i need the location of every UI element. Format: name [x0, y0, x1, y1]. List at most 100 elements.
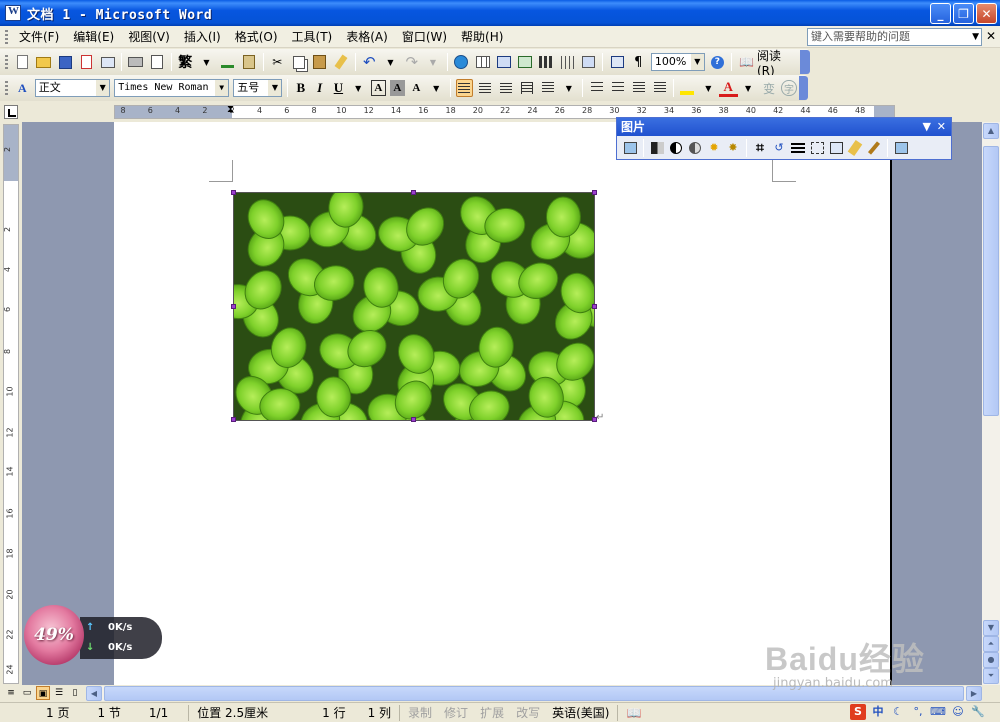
menu-file[interactable]: 文件(F): [12, 27, 66, 47]
crop-icon[interactable]: ⌗: [751, 139, 769, 157]
picture-toolbar-close-icon[interactable]: ✕: [937, 118, 946, 136]
character-shading-button[interactable]: A: [389, 80, 405, 96]
status-language[interactable]: 英语(美国): [546, 704, 615, 721]
columns-icon[interactable]: [538, 53, 555, 71]
undo-icon[interactable]: ↶: [361, 53, 378, 71]
read-mode-button[interactable]: 📖 阅读(R): [735, 47, 800, 78]
traditional-chinese-icon[interactable]: 繁: [177, 53, 194, 71]
menu-table[interactable]: 表格(A): [339, 27, 395, 47]
save-icon[interactable]: [56, 53, 73, 71]
tab-selector[interactable]: [4, 105, 18, 119]
character-border-button[interactable]: A: [370, 80, 386, 96]
set-transparent-color-icon[interactable]: [865, 139, 883, 157]
zoom-dropdown-arrow[interactable]: ▼: [690, 54, 704, 70]
help-icon[interactable]: ?: [709, 53, 726, 71]
more-contrast-icon[interactable]: [667, 139, 685, 157]
toolbar-options-icon[interactable]: ▼: [923, 118, 931, 136]
document-close-icon[interactable]: ✕: [986, 29, 996, 43]
compress-pictures-icon[interactable]: [808, 139, 826, 157]
menu-window[interactable]: 窗口(W): [395, 27, 454, 47]
user-icon[interactable]: ☺: [950, 704, 966, 720]
document-map-icon[interactable]: [580, 53, 597, 71]
moon-icon[interactable]: ☾: [890, 704, 906, 720]
picture-toolbar-titlebar[interactable]: 图片 ▼ ✕: [617, 118, 951, 136]
format-picture-icon[interactable]: [846, 139, 864, 157]
less-brightness-icon[interactable]: ✸: [724, 139, 742, 157]
insert-picture-icon[interactable]: [621, 139, 639, 157]
web-layout-view-button[interactable]: ▭: [20, 686, 34, 700]
dropdown-arrow-icon[interactable]: ▼: [198, 53, 215, 71]
indent-marker-icon[interactable]: ⧗: [227, 104, 234, 115]
help-search-input[interactable]: 键入需要帮助的问题 ▼: [807, 28, 982, 46]
resize-handle-top-left[interactable]: [231, 190, 236, 195]
undo-dropdown-icon[interactable]: ▼: [382, 53, 399, 71]
print-icon[interactable]: [127, 53, 144, 71]
restore-button[interactable]: ❐: [953, 3, 974, 24]
resize-handle-bottom-left[interactable]: [231, 417, 236, 422]
font-size-dropdown-arrow[interactable]: ▼: [268, 80, 282, 96]
drawing-icon[interactable]: [559, 53, 576, 71]
new-document-icon[interactable]: [14, 53, 31, 71]
font-color-button[interactable]: A: [718, 79, 738, 97]
font-size-select[interactable]: 五号 ▼: [233, 79, 283, 97]
rotate-left-icon[interactable]: ↺: [770, 139, 788, 157]
word-app-icon[interactable]: [5, 5, 21, 21]
email-icon[interactable]: [99, 53, 116, 71]
line-style-icon[interactable]: [789, 139, 807, 157]
punctuation-icon[interactable]: °,: [910, 704, 926, 720]
toolbar-grip[interactable]: [5, 55, 8, 69]
close-button[interactable]: ✕: [976, 3, 997, 24]
style-dropdown-arrow[interactable]: ▼: [96, 80, 110, 96]
help-dropdown-arrow[interactable]: ▼: [972, 29, 979, 45]
format-painter-icon[interactable]: [332, 53, 349, 71]
italic-button[interactable]: I: [310, 78, 329, 98]
paragraph-mark-icon[interactable]: ¶: [630, 53, 647, 71]
menu-grip[interactable]: [5, 29, 8, 44]
paste-icon[interactable]: [311, 53, 328, 71]
enclose-characters-button[interactable]: 字: [781, 80, 797, 96]
highlight-dropdown-icon[interactable]: ▼: [700, 79, 717, 97]
reset-picture-icon[interactable]: [892, 139, 910, 157]
numbering-icon[interactable]: [588, 79, 605, 97]
toolbar-options-chevron[interactable]: [800, 50, 810, 74]
tables-borders-icon[interactable]: [474, 53, 491, 71]
vertical-ruler[interactable]: 2 2 4 6 8 10 12 14 16 18 20 22 24: [3, 124, 19, 684]
redo-dropdown-icon[interactable]: ▼: [424, 53, 441, 71]
line-spacing-dropdown-icon[interactable]: ▼: [560, 79, 577, 97]
color-mode-icon[interactable]: [648, 139, 666, 157]
align-right-button[interactable]: [498, 79, 515, 97]
menu-help[interactable]: 帮助(H): [454, 27, 510, 47]
insert-excel-icon[interactable]: [516, 53, 533, 71]
permission-icon[interactable]: [78, 53, 95, 71]
menu-edit[interactable]: 编辑(E): [66, 27, 121, 47]
line-spacing-icon[interactable]: [539, 79, 556, 97]
distributed-align-button[interactable]: [519, 79, 536, 97]
underline-button[interactable]: U: [329, 78, 348, 98]
styles-formatting-icon[interactable]: A: [14, 79, 31, 97]
less-contrast-icon[interactable]: [686, 139, 704, 157]
resize-handle-bottom[interactable]: [411, 417, 416, 422]
outline-view-button[interactable]: ☰: [52, 686, 66, 700]
style-select[interactable]: 正文 ▼: [34, 79, 111, 97]
increase-indent-icon[interactable]: [651, 79, 668, 97]
zoom-select[interactable]: 100% ▼: [650, 53, 705, 71]
normal-view-button[interactable]: ≡: [4, 686, 18, 700]
show-hide-icon[interactable]: [608, 53, 625, 71]
resize-handle-right[interactable]: [592, 304, 597, 309]
print-preview-icon[interactable]: [148, 53, 165, 71]
cut-icon[interactable]: ✂: [269, 53, 286, 71]
more-brightness-icon[interactable]: ✹: [705, 139, 723, 157]
network-monitor-widget[interactable]: ↑ 0K/s ↓ 0K/s 49%: [22, 605, 162, 665]
font-select[interactable]: Times New Roman ▼: [114, 79, 230, 97]
status-track-changes[interactable]: 修订: [438, 704, 474, 721]
font-color-dropdown-icon[interactable]: ▼: [740, 79, 757, 97]
toolbar-grip[interactable]: [5, 81, 8, 95]
menu-tools[interactable]: 工具(T): [285, 27, 340, 47]
open-folder-icon[interactable]: [35, 53, 52, 71]
decrease-indent-icon[interactable]: [630, 79, 647, 97]
menu-insert[interactable]: 插入(I): [177, 27, 228, 47]
status-overtype[interactable]: 改写: [510, 704, 546, 721]
vertical-scroll-thumb[interactable]: [983, 146, 999, 416]
font-dropdown-arrow[interactable]: ▼: [215, 80, 229, 96]
menu-view[interactable]: 视图(V): [121, 27, 177, 47]
